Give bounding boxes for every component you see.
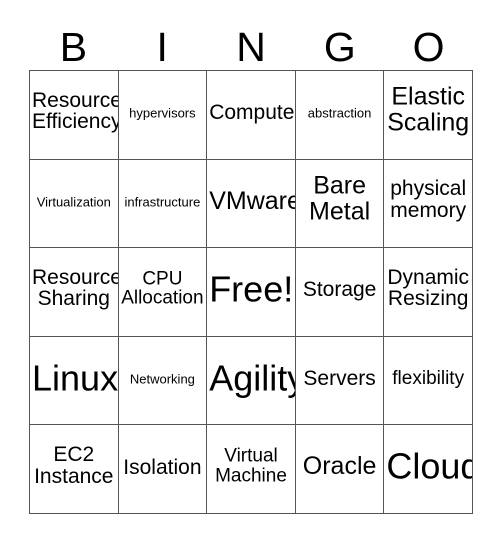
bingo-cell-r2c2[interactable]: infrastructure [118,159,208,249]
bingo-cell-label: CPU Allocation [121,268,204,309]
bingo-header-letter-i: I [156,24,168,70]
bingo-cell-label: Oracle [302,452,377,481]
bingo-header-letter-g: G [323,24,356,70]
bingo-card: B I N G O Resource Efficiency hypervisors Comp… [0,0,500,544]
bingo-header: BINGO [29,16,473,70]
bingo-cell-label: Networking [129,371,195,387]
bingo-cell-label: Elastic Scaling [387,82,470,137]
bingo-cell-r2c5[interactable]: physical memory [384,159,473,249]
bingo-cell-r4c4[interactable]: Servers [295,336,385,426]
bingo-cell-r5c1[interactable]: EC2 Instance [30,425,119,514]
bingo-cell-r5c3[interactable]: Virtual Machine [207,425,296,514]
bingo-cell-r4c2[interactable]: Networking [118,336,208,426]
bingo-cell-label: flexibility [392,368,465,390]
bingo-cell-label: Resource Efficiency [32,88,119,134]
bingo-cell-label: Free! [209,268,294,310]
bingo-cell-r3c2[interactable]: CPU Allocation [118,248,208,337]
bingo-cell-r4c5[interactable]: flexibility [384,336,473,426]
bingo-cell-r1c3[interactable]: Compute [207,71,296,160]
bingo-cell-r1c1[interactable]: Resource Efficiency [30,71,119,160]
bingo-cell-label: abstraction [307,106,372,122]
bingo-cell-label: Virtual Machine [215,445,287,487]
bingo-cell-r1c2[interactable]: hypervisors [118,71,208,160]
bingo-cell-label: Servers [303,367,376,391]
bingo-cell-r5c2[interactable]: Isolation [118,425,208,514]
bingo-cell-r2c1[interactable]: Virtualization [30,159,119,249]
bingo-cell-r5c5[interactable]: Cloud [384,425,473,514]
bingo-cell-r3c1[interactable]: Resource Sharing [30,248,119,337]
bingo-cell-label: Storage [302,278,377,302]
bingo-cell-label: EC2 Instance [34,443,114,488]
bingo-cell-free[interactable]: Free! [207,248,296,337]
bingo-cell-label: Linux [32,357,119,399]
bingo-cell-label: infrastructure [124,194,201,210]
bingo-header-letter-b: B [59,24,88,70]
bingo-cell-label: Compute [209,101,295,125]
bingo-cell-label: Virtualization [36,194,111,210]
bingo-header-letter-o: O [412,24,445,70]
bingo-cell-label: Dynamic Resizing [387,265,470,311]
bingo-cell-label: Cloud [386,445,473,487]
bingo-grid: Resource Efficiency hypervisors Compute abs… [29,70,473,514]
bingo-cell-label: VMware [209,186,296,215]
bingo-cell-r4c3[interactable]: Agility [207,336,296,426]
bingo-cell-r2c4[interactable]: Bare Metal [295,159,385,249]
bingo-cell-r4c1[interactable]: Linux [30,336,119,426]
bingo-cell-r3c4[interactable]: Storage [295,248,385,337]
bingo-cell-label: Resource Sharing [32,265,119,311]
bingo-cell-r2c3[interactable]: VMware [207,159,296,249]
bingo-cell-r1c4[interactable]: abstraction [295,71,385,160]
bingo-cell-label: Agility [209,357,296,399]
bingo-cell-label: Bare Metal [309,171,371,226]
bingo-cell-r1c5[interactable]: Elastic Scaling [384,71,473,160]
bingo-cell-r3c5[interactable]: Dynamic Resizing [384,248,473,337]
bingo-cell-label: physical memory [390,177,467,222]
bingo-cell-r5c4[interactable]: Oracle [295,425,385,514]
bingo-cell-label: Isolation [123,455,202,479]
bingo-header-letter-n: N [236,24,266,70]
bingo-cell-label: hypervisors [129,106,196,122]
